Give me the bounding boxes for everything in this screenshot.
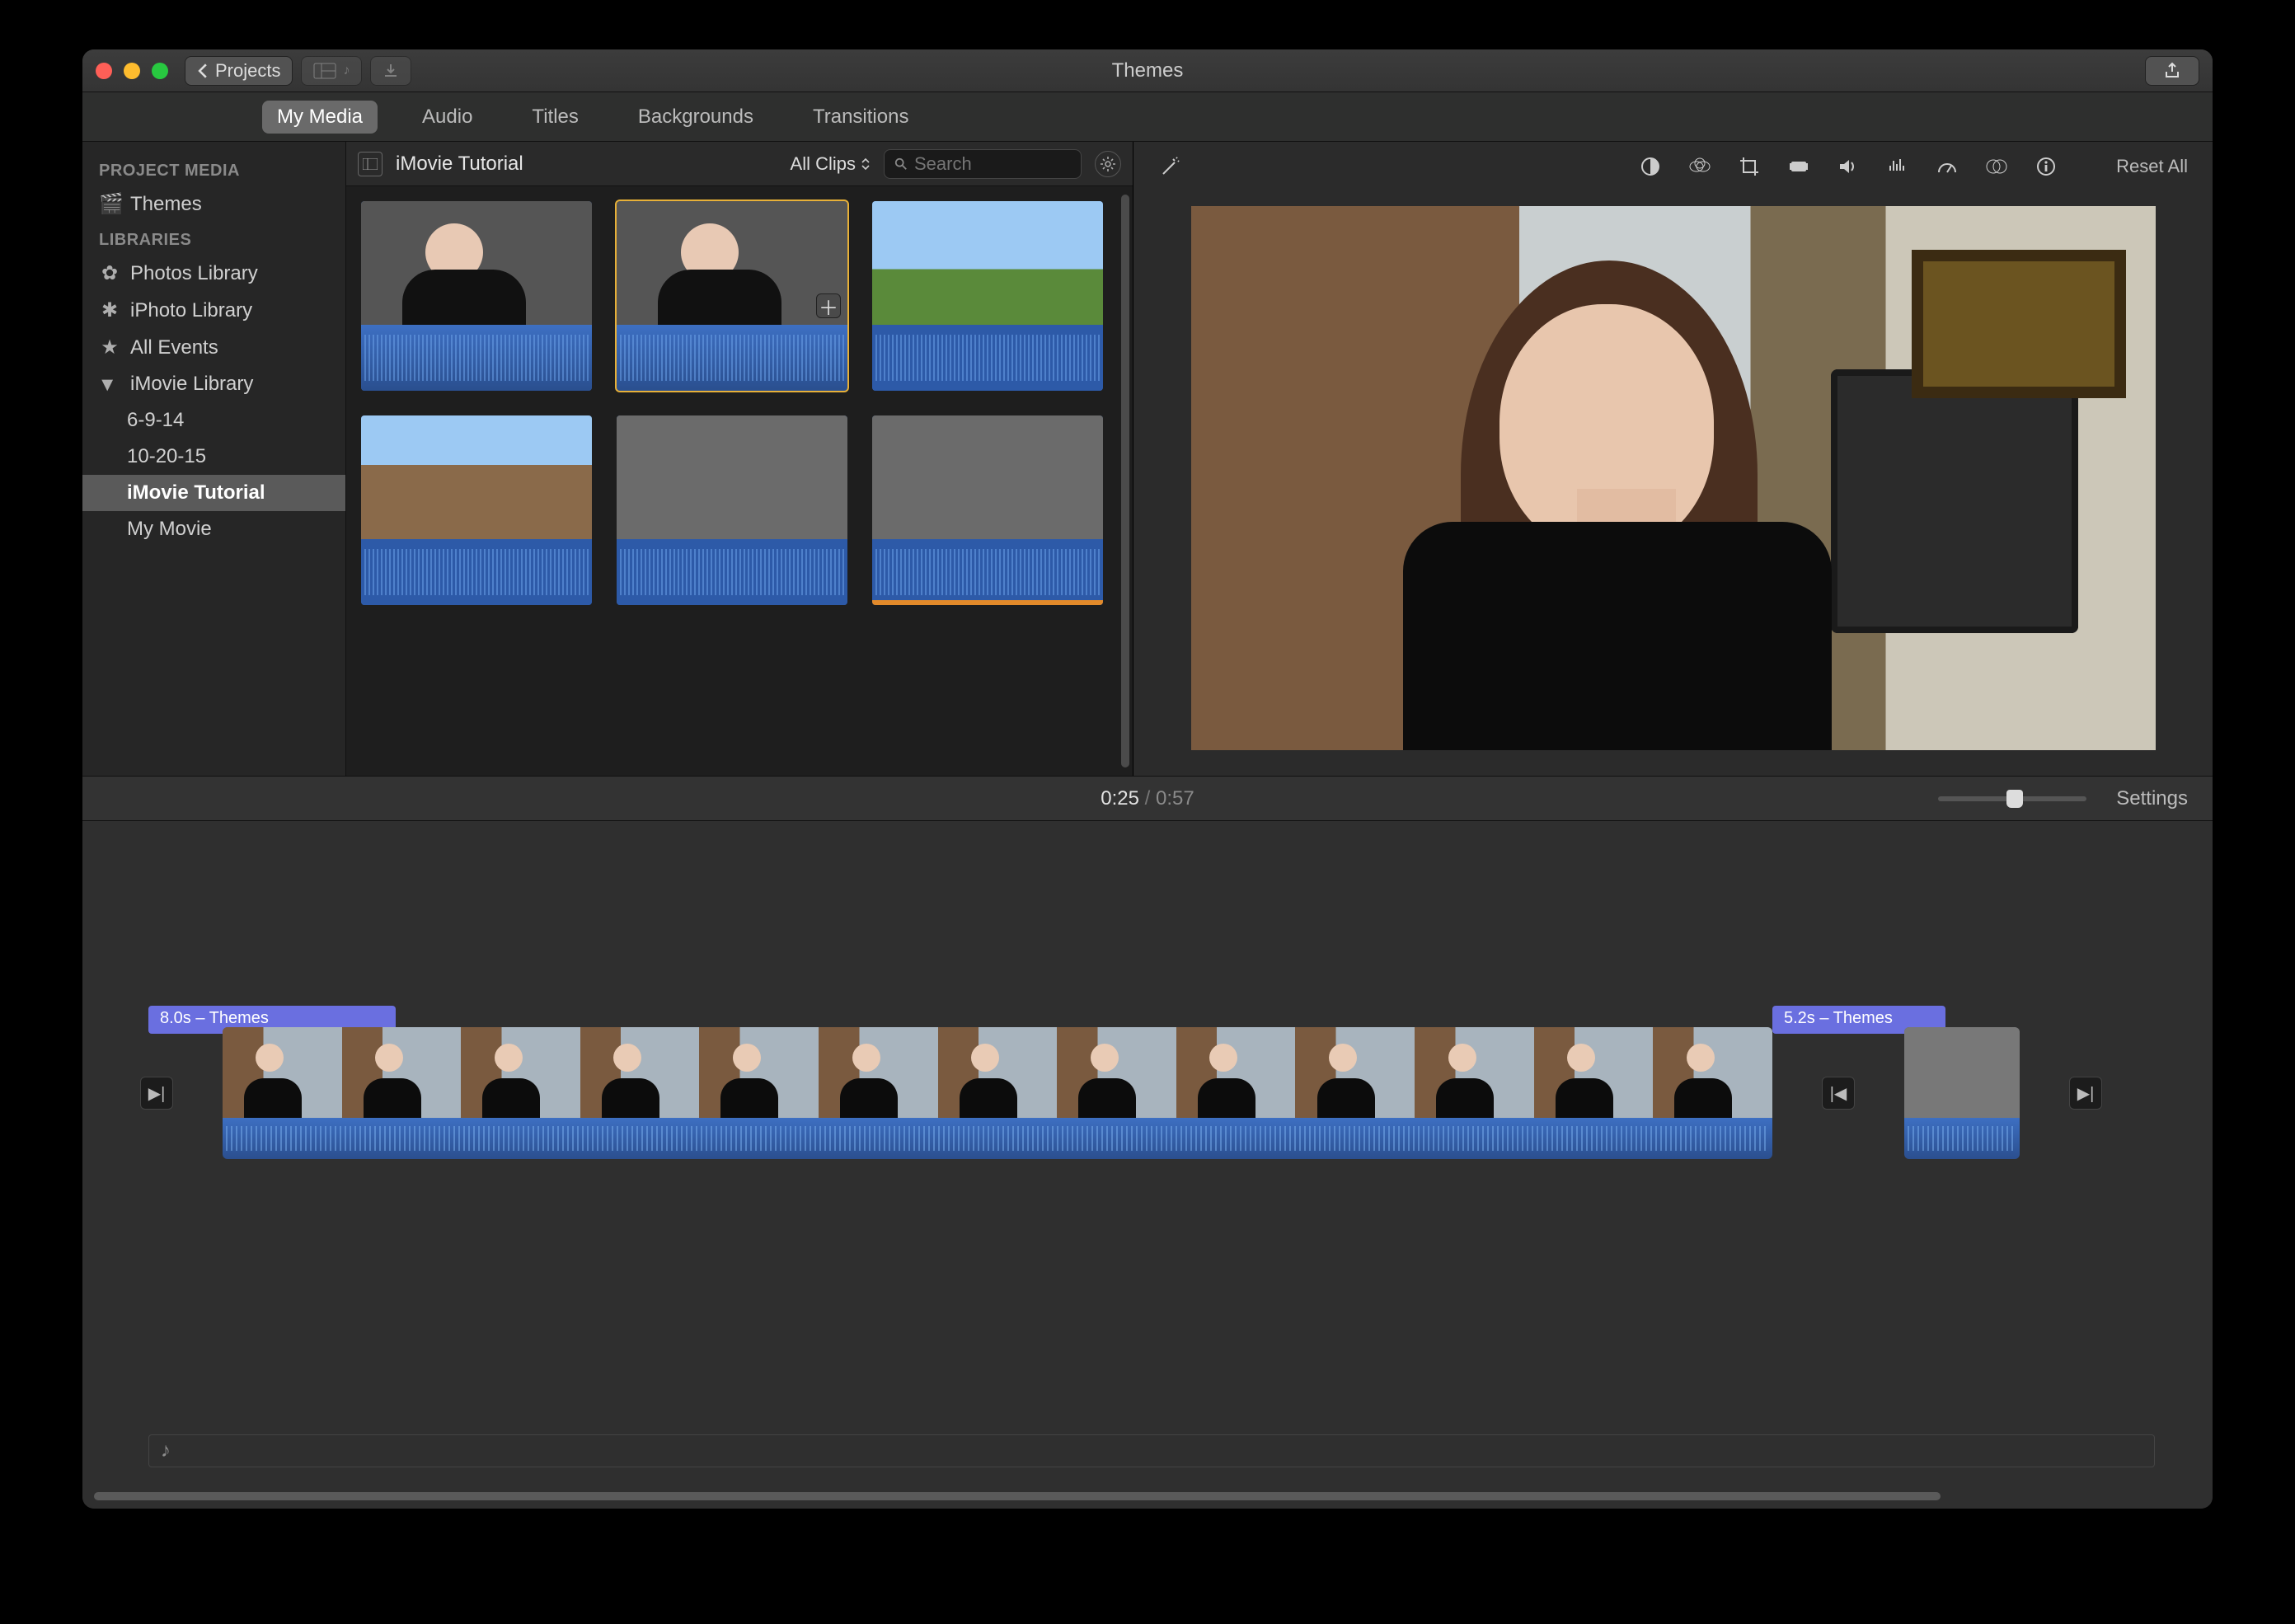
window-controls bbox=[96, 63, 168, 79]
import-button[interactable] bbox=[370, 56, 411, 86]
sidebar-item-themes[interactable]: 🎬 Themes bbox=[82, 185, 345, 223]
clip-filter-button[interactable] bbox=[1984, 154, 2009, 179]
media-tabs: My Media Audio Titles Backgrounds Transi… bbox=[82, 92, 2213, 142]
clip-thumbnail[interactable] bbox=[361, 415, 592, 605]
sidebar-label: iMovie Tutorial bbox=[127, 481, 265, 505]
clip-filter-dropdown[interactable]: All Clips bbox=[791, 153, 871, 175]
search-icon bbox=[894, 157, 908, 171]
clip-thumbnail-selected[interactable]: ＋ bbox=[617, 201, 847, 391]
sidebar-header-project-media: PROJECT MEDIA bbox=[82, 153, 345, 185]
sidebar-item-iphoto-library[interactable]: ✱ iPhoto Library bbox=[82, 292, 345, 329]
preview-viewer[interactable] bbox=[1133, 191, 2213, 776]
projects-label: Projects bbox=[215, 60, 280, 82]
search-field[interactable] bbox=[884, 149, 1082, 179]
share-button[interactable] bbox=[2145, 56, 2199, 86]
noise-reduction-button[interactable] bbox=[1885, 154, 1910, 179]
sidebar-label: iPhoto Library bbox=[130, 299, 252, 322]
timeline-settings-button[interactable]: Settings bbox=[2116, 787, 2188, 810]
clip-thumbnail[interactable] bbox=[617, 415, 847, 605]
video-track: ▶| |◀ ▶| bbox=[140, 1027, 2155, 1159]
audio-track[interactable]: ♪ bbox=[148, 1434, 2155, 1467]
sidebar-header-libraries: LIBRARIES bbox=[82, 223, 345, 255]
sidebar-item-imovie-library[interactable]: ▶ iMovie Library bbox=[82, 366, 345, 402]
preview-frame bbox=[1191, 206, 2156, 750]
browser-title: iMovie Tutorial bbox=[396, 153, 577, 176]
browser-header: iMovie Tutorial All Clips bbox=[346, 142, 1133, 186]
color-balance-button[interactable] bbox=[1638, 154, 1663, 179]
horizontal-scrollbar[interactable] bbox=[82, 1489, 2213, 1504]
imovie-window: Projects ♪ Themes My Media Audio Titles … bbox=[82, 49, 2213, 1509]
time-display: 0:25 / 0:57 bbox=[1101, 787, 1194, 810]
tab-transitions[interactable]: Transitions bbox=[798, 101, 923, 134]
preview-pane: Reset All bbox=[1133, 142, 2213, 776]
zoom-slider[interactable] bbox=[1938, 796, 2086, 801]
reset-all-button[interactable]: Reset All bbox=[2116, 156, 2188, 177]
iphoto-icon: ✱ bbox=[99, 298, 120, 322]
tab-audio[interactable]: Audio bbox=[407, 101, 487, 134]
projects-back-button[interactable]: Projects bbox=[185, 56, 293, 86]
minimize-window-button[interactable] bbox=[124, 63, 140, 79]
total-time: 0:57 bbox=[1156, 787, 1194, 810]
timeline[interactable]: 8.0s – Themes 5.2s – Themes ▶| |◀ ▶| ♪ bbox=[82, 821, 2213, 1509]
timeline-clip[interactable] bbox=[223, 1027, 1772, 1159]
sidebar-label: Photos Library bbox=[130, 262, 258, 285]
clip-grid[interactable]: ＋ bbox=[346, 186, 1133, 776]
transition-in-icon[interactable]: ▶| bbox=[140, 1077, 173, 1110]
current-time: 0:25 bbox=[1101, 787, 1139, 810]
status-row: 0:25 / 0:57 Settings bbox=[82, 777, 2213, 821]
updown-icon bbox=[861, 157, 871, 171]
tab-titles[interactable]: Titles bbox=[517, 101, 593, 134]
scrollbar[interactable] bbox=[1121, 195, 1129, 767]
star-icon: ★ bbox=[99, 336, 120, 359]
crop-button[interactable] bbox=[1737, 154, 1762, 179]
speed-button[interactable] bbox=[1935, 154, 1959, 179]
sidebar-label-themes: Themes bbox=[130, 193, 202, 216]
tab-my-media[interactable]: My Media bbox=[262, 101, 378, 134]
transition-icon[interactable]: |◀ bbox=[1822, 1077, 1855, 1110]
sidebar-subitem-imovie-tutorial[interactable]: iMovie Tutorial bbox=[82, 475, 345, 511]
clip-thumbnail[interactable] bbox=[872, 415, 1103, 605]
gear-icon bbox=[1101, 157, 1115, 171]
view-toggle-button[interactable]: ♪ bbox=[301, 56, 362, 86]
toolbar-left-group: Projects ♪ bbox=[185, 56, 411, 86]
middle-row: PROJECT MEDIA 🎬 Themes LIBRARIES ✿ Photo… bbox=[82, 142, 2213, 777]
info-button[interactable] bbox=[2034, 154, 2058, 179]
stabilization-button[interactable] bbox=[1786, 154, 1811, 179]
color-correction-button[interactable] bbox=[1687, 154, 1712, 179]
sidebar-toggle-button[interactable] bbox=[358, 152, 382, 176]
preview-toolbar: Reset All bbox=[1133, 142, 2213, 191]
clip-thumbnail[interactable] bbox=[361, 201, 592, 391]
titlebar: Projects ♪ Themes bbox=[82, 49, 2213, 92]
sidebar-label: All Events bbox=[130, 336, 218, 359]
disclosure-triangle-icon: ▶ bbox=[99, 373, 120, 396]
sidebar: PROJECT MEDIA 🎬 Themes LIBRARIES ✿ Photo… bbox=[82, 142, 346, 776]
themes-icon: 🎬 bbox=[99, 192, 120, 216]
sidebar-item-photos-library[interactable]: ✿ Photos Library bbox=[82, 255, 345, 292]
sidebar-label: 10-20-15 bbox=[127, 445, 206, 468]
sidebar-label: 6-9-14 bbox=[127, 409, 184, 432]
sidebar-subitem-10-20-15[interactable]: 10-20-15 bbox=[82, 439, 345, 475]
tab-backgrounds[interactable]: Backgrounds bbox=[623, 101, 768, 134]
timeline-clip[interactable] bbox=[1904, 1027, 2020, 1159]
zoom-window-button[interactable] bbox=[152, 63, 168, 79]
magic-wand-button[interactable] bbox=[1158, 154, 1183, 179]
volume-button[interactable] bbox=[1836, 154, 1861, 179]
sidebar-label: iMovie Library bbox=[130, 373, 253, 396]
browser-settings-related-button[interactable] bbox=[1095, 151, 1121, 177]
clip-thumbnail[interactable] bbox=[872, 201, 1103, 391]
close-window-button[interactable] bbox=[96, 63, 112, 79]
sidebar-label: My Movie bbox=[127, 518, 212, 541]
sidebar-subitem-my-movie[interactable]: My Movie bbox=[82, 511, 345, 547]
clip-browser: iMovie Tutorial All Clips ＋ bbox=[346, 142, 1133, 776]
add-clip-button[interactable]: ＋ bbox=[816, 293, 841, 318]
photos-icon: ✿ bbox=[99, 261, 120, 285]
filter-label: All Clips bbox=[791, 153, 856, 175]
sidebar-subitem-6-9-14[interactable]: 6-9-14 bbox=[82, 402, 345, 439]
search-input[interactable] bbox=[914, 153, 1071, 175]
music-icon: ♪ bbox=[161, 1439, 171, 1462]
transition-out-icon[interactable]: ▶| bbox=[2069, 1077, 2102, 1110]
sidebar-item-all-events[interactable]: ★ All Events bbox=[82, 329, 345, 366]
